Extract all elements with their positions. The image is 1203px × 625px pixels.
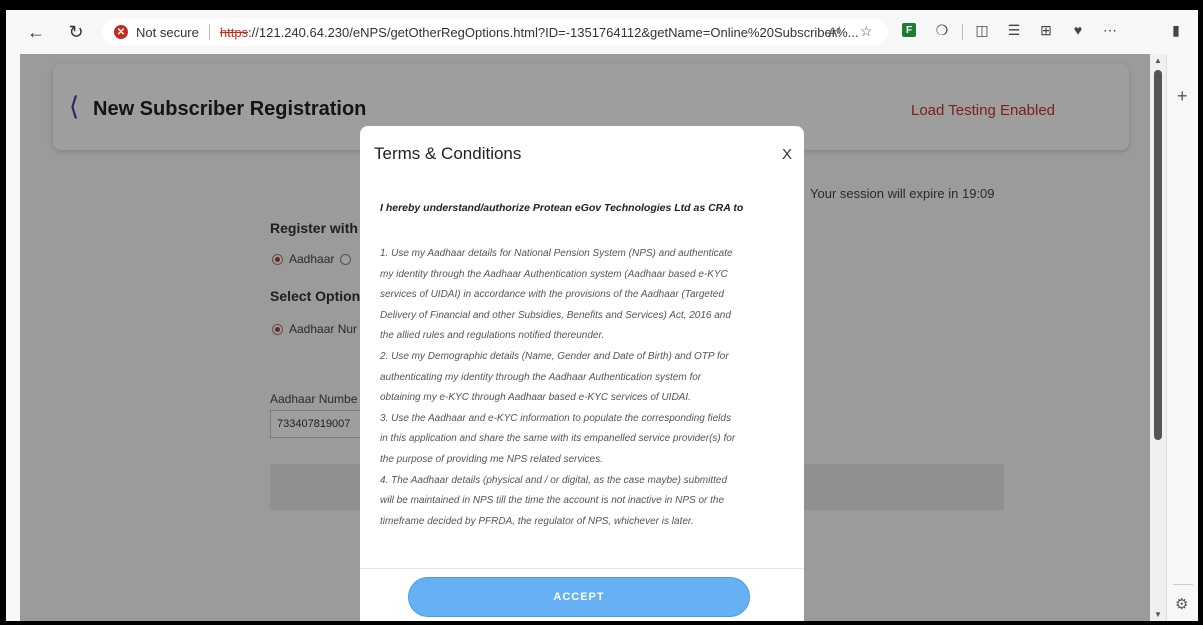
terms-line: services of UIDAI) in accordance with th… [380, 289, 724, 301]
browser-sidebar: + ⚙ [1166, 54, 1198, 621]
split-screen-icon[interactable]: ◫ [972, 22, 992, 39]
puzzle-icon[interactable]: ❍ [932, 22, 952, 39]
toolbar-divider [962, 24, 963, 40]
terms-line: 3. Use the Aadhaar and e-KYC information… [380, 412, 731, 424]
scroll-up-icon[interactable]: ▲ [1154, 56, 1162, 65]
scroll-thumb[interactable] [1154, 70, 1162, 440]
modal-title: Terms & Conditions [374, 144, 522, 163]
terms-line: 2. Use my Demographic details (Name, Gen… [380, 350, 729, 362]
rail-divider [1173, 584, 1193, 585]
address-separator [208, 24, 210, 40]
security-label[interactable]: Not secure [136, 25, 199, 40]
terms-lead: I hereby understand/authorize Protean eG… [380, 202, 744, 214]
page-scrollbar[interactable]: ▲ ▼ [1150, 54, 1166, 621]
sidebar-icon[interactable]: ▮ [1166, 22, 1186, 39]
read-aloud-icon[interactable]: A⁽ [828, 24, 841, 41]
browser-toolbar: ← ↻ ✕ Not secure https ://121.240.64.230… [6, 10, 1198, 54]
terms-line: in this application and share the same w… [380, 433, 736, 445]
not-secure-icon[interactable]: ✕ [114, 25, 128, 39]
favorites-list-icon[interactable]: ☰ [1004, 22, 1024, 39]
refresh-icon[interactable]: ↻ [62, 18, 90, 46]
terms-modal: Terms & Conditions X I hereby understand… [360, 126, 804, 621]
address-bar[interactable]: ✕ Not secure https ://121.240.64.230/eNP… [102, 18, 888, 46]
more-icon[interactable]: ⋯ [1100, 22, 1120, 39]
modal-body[interactable]: I hereby understand/authorize Protean eG… [380, 202, 780, 532]
browser-window: ← ↻ ✕ Not secure https ://121.240.64.230… [6, 10, 1198, 621]
terms-line: obtaining my e-KYC through Aadhaar based… [380, 392, 691, 404]
terms-line: timeframe decided by PFRDA, the regulato… [380, 515, 694, 527]
modal-footer: ACCEPT [360, 568, 804, 621]
terms-line: Delivery of Financial and other Subsidie… [380, 309, 731, 321]
add-icon[interactable]: + [1177, 86, 1188, 107]
gear-icon[interactable]: ⚙ [1175, 595, 1188, 613]
extension-icon[interactable]: F [902, 23, 916, 37]
terms-line: 1. Use my Aadhaar details for National P… [380, 248, 733, 259]
url-text: ://121.240.64.230/eNPS/getOtherRegOption… [248, 24, 859, 40]
terms-line: the allied rules and regulations notifie… [380, 330, 605, 342]
url-scheme: https [219, 24, 249, 40]
close-button[interactable]: X [782, 146, 792, 163]
scroll-down-icon[interactable]: ▼ [1154, 610, 1162, 619]
terms-line: will be maintained in NPS till the time … [380, 495, 725, 507]
back-icon[interactable]: ← [22, 18, 50, 46]
favorite-icon[interactable]: ☆ [860, 23, 873, 40]
terms-line: my identity through the Aadhaar Authenti… [380, 268, 728, 280]
collections-icon[interactable]: ⊞ [1036, 22, 1056, 39]
performance-icon[interactable]: ♥ [1068, 22, 1088, 38]
terms-line: the purpose of providing me NPS related … [380, 453, 603, 465]
accept-button[interactable]: ACCEPT [408, 577, 750, 617]
terms-line: authenticating my identity through the A… [380, 371, 702, 383]
terms-line: 4. The Aadhaar details (physical and / o… [380, 474, 728, 486]
